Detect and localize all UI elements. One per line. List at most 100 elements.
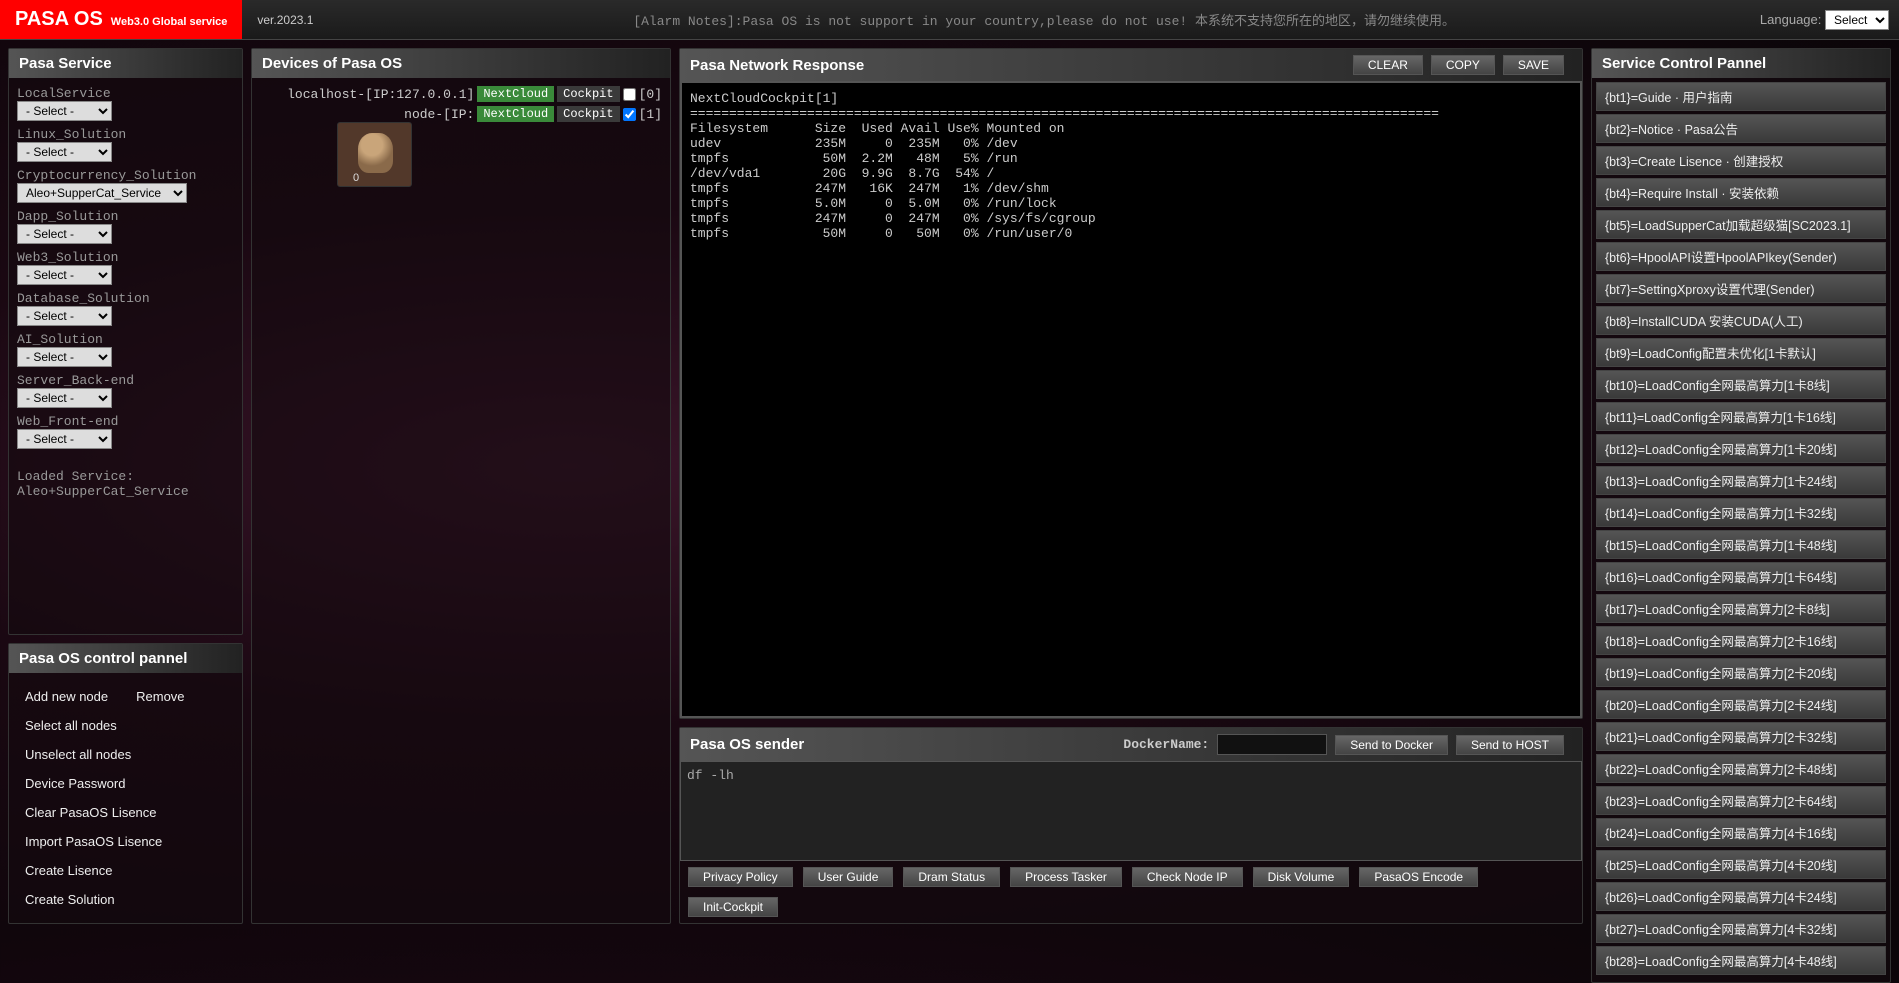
sender-btn-0[interactable]: Privacy Policy [688, 867, 793, 887]
device-name: localhost-[IP:127.0.0.1] [287, 87, 474, 102]
command-input[interactable]: df -lh [680, 761, 1582, 861]
response-panel: Pasa Network Response CLEAR COPY SAVE Ne… [679, 48, 1583, 719]
scp-item-14[interactable]: {bt15}=LoadConfig全网最高算力[1卡48线] [1596, 530, 1886, 559]
language-label: Language: [1760, 12, 1821, 27]
scp-item-12[interactable]: {bt13}=LoadConfig全网最高算力[1卡24线] [1596, 466, 1886, 495]
cockpit-badge[interactable]: Cockpit [557, 86, 619, 102]
sender-btn-5[interactable]: Disk Volume [1253, 867, 1350, 887]
control-btn-4[interactable]: Device Password [25, 776, 125, 791]
copy-button[interactable]: COPY [1431, 55, 1495, 75]
service-label-6: AI_Solution [17, 332, 234, 347]
service-select-1[interactable]: - Select - [17, 142, 112, 162]
scp-item-24[interactable]: {bt25}=LoadConfig全网最高算力[4卡20线] [1596, 850, 1886, 879]
scp-item-0[interactable]: {bt1}=Guide · 用户指南 [1596, 82, 1886, 111]
scp-item-16[interactable]: {bt17}=LoadConfig全网最高算力[2卡8线] [1596, 594, 1886, 623]
scp-item-22[interactable]: {bt23}=LoadConfig全网最高算力[2卡64线] [1596, 786, 1886, 815]
service-label-5: Database_Solution [17, 291, 234, 306]
scp-item-21[interactable]: {bt22}=LoadConfig全网最高算力[2卡48线] [1596, 754, 1886, 783]
control-panel: Pasa OS control pannel Add new node Remov… [8, 643, 243, 924]
service-label-3: Dapp_Solution [17, 209, 234, 224]
device-index: [1] [639, 107, 662, 122]
service-label-1: Linux_Solution [17, 127, 234, 142]
sender-btn-4[interactable]: Check Node IP [1132, 867, 1243, 887]
logo-subtitle: Web3.0 Global service [111, 16, 228, 28]
docker-name-input[interactable] [1217, 734, 1327, 755]
device-row: localhost-[IP:127.0.0.1]NextCloudCockpit… [260, 86, 662, 102]
device-name: node-[IP: [404, 107, 474, 122]
avatar: 0 [337, 122, 412, 187]
scp-item-7[interactable]: {bt8}=InstallCUDA 安装CUDA(人工) [1596, 306, 1886, 335]
scp-item-25[interactable]: {bt26}=LoadConfig全网最高算力[4卡24线] [1596, 882, 1886, 911]
service-control-panel: Service Control Pannel {bt1}=Guide · 用户指… [1591, 48, 1891, 983]
service-select-7[interactable]: - Select - [17, 388, 112, 408]
send-host-button[interactable]: Send to HOST [1456, 735, 1564, 755]
control-btn-0[interactable]: Add new node [25, 689, 108, 704]
scp-item-19[interactable]: {bt20}=LoadConfig全网最高算力[2卡24线] [1596, 690, 1886, 719]
topbar: PASA OS Web3.0 Global service ver.2023.1… [0, 0, 1899, 40]
control-btn-8[interactable]: Create Solution [25, 892, 115, 907]
nextcloud-badge[interactable]: NextCloud [477, 86, 554, 102]
control-btn-1[interactable]: Remove [136, 689, 184, 704]
sender-btn-3[interactable]: Process Tasker [1010, 867, 1122, 887]
response-title: Pasa Network Response [690, 57, 1353, 74]
service-label-0: LocalService [17, 86, 234, 101]
scp-item-6[interactable]: {bt7}=SettingXproxy设置代理(Sender) [1596, 274, 1886, 303]
pasa-service-panel: Pasa Service LocalService- Select -Linux… [8, 48, 243, 635]
scp-item-8[interactable]: {bt9}=LoadConfig配置未优化[1卡默认] [1596, 338, 1886, 367]
send-docker-button[interactable]: Send to Docker [1335, 735, 1448, 755]
service-select-0[interactable]: - Select - [17, 101, 112, 121]
service-select-6[interactable]: - Select - [17, 347, 112, 367]
service-select-3[interactable]: - Select - [17, 224, 112, 244]
scp-item-18[interactable]: {bt19}=LoadConfig全网最高算力[2卡20线] [1596, 658, 1886, 687]
scp-item-15[interactable]: {bt16}=LoadConfig全网最高算力[1卡64线] [1596, 562, 1886, 591]
version-label: ver.2023.1 [242, 13, 328, 27]
control-btn-3[interactable]: Unselect all nodes [25, 747, 131, 762]
sender-panel: Pasa OS sender DockerName: Send to Docke… [679, 727, 1583, 924]
service-select-4[interactable]: - Select - [17, 265, 112, 285]
sender-btn-2[interactable]: Dram Status [903, 867, 1000, 887]
scp-item-5[interactable]: {bt6}=HpoolAPI设置HpoolAPIkey(Sender) [1596, 242, 1886, 271]
devices-panel: Devices of Pasa OS localhost-[IP:127.0.0… [251, 48, 671, 924]
scp-item-17[interactable]: {bt18}=LoadConfig全网最高算力[2卡16线] [1596, 626, 1886, 655]
scp-item-10[interactable]: {bt11}=LoadConfig全网最高算力[1卡16线] [1596, 402, 1886, 431]
control-panel-title: Pasa OS control pannel [9, 644, 242, 673]
loaded-value: Aleo+SupperCat_Service [17, 484, 234, 499]
scp-item-20[interactable]: {bt21}=LoadConfig全网最高算力[2卡32线] [1596, 722, 1886, 751]
scp-item-3[interactable]: {bt4}=Require Install · 安装依赖 [1596, 178, 1886, 207]
logo: PASA OS Web3.0 Global service [0, 0, 242, 39]
scp-item-2[interactable]: {bt3}=Create Lisence · 创建授权 [1596, 146, 1886, 175]
devices-title: Devices of Pasa OS [252, 49, 670, 78]
clear-button[interactable]: CLEAR [1353, 55, 1423, 75]
service-select-5[interactable]: - Select - [17, 306, 112, 326]
device-checkbox[interactable] [623, 88, 636, 101]
nextcloud-badge[interactable]: NextCloud [477, 106, 554, 122]
save-button[interactable]: SAVE [1503, 55, 1564, 75]
scp-title: Service Control Pannel [1592, 49, 1890, 78]
language-select[interactable]: Select [1825, 10, 1889, 30]
cockpit-badge[interactable]: Cockpit [557, 106, 619, 122]
scp-item-27[interactable]: {bt28}=LoadConfig全网最高算力[4卡48线] [1596, 946, 1886, 975]
control-btn-2[interactable]: Select all nodes [25, 718, 117, 733]
scp-item-13[interactable]: {bt14}=LoadConfig全网最高算力[1卡32线] [1596, 498, 1886, 527]
scp-item-11[interactable]: {bt12}=LoadConfig全网最高算力[1卡20线] [1596, 434, 1886, 463]
scp-item-23[interactable]: {bt24}=LoadConfig全网最高算力[4卡16线] [1596, 818, 1886, 847]
scp-item-26[interactable]: {bt27}=LoadConfig全网最高算力[4卡32线] [1596, 914, 1886, 943]
service-label-8: Web_Front-end [17, 414, 234, 429]
device-index: [0] [639, 87, 662, 102]
scp-item-9[interactable]: {bt10}=LoadConfig全网最高算力[1卡8线] [1596, 370, 1886, 399]
sender-btn-1[interactable]: User Guide [803, 867, 894, 887]
loaded-label: Loaded Service: [17, 469, 234, 484]
scp-item-1[interactable]: {bt2}=Notice · Pasa公告 [1596, 114, 1886, 143]
device-row: node-[IP:NextCloudCockpit [1] [260, 106, 662, 122]
service-label-7: Server_Back-end [17, 373, 234, 388]
terminal-output[interactable]: NextCloudCockpit[1] ====================… [680, 81, 1582, 718]
service-select-2[interactable]: Aleo+SupperCat_Service [17, 183, 187, 203]
scp-item-4[interactable]: {bt5}=LoadSupperCat加载超级猫[SC2023.1] [1596, 210, 1886, 239]
device-checkbox[interactable] [623, 108, 636, 121]
sender-btn-7[interactable]: Init-Cockpit [688, 897, 778, 917]
service-select-8[interactable]: - Select - [17, 429, 112, 449]
control-btn-5[interactable]: Clear PasaOS Lisence [25, 805, 157, 820]
control-btn-7[interactable]: Create Lisence [25, 863, 112, 878]
sender-btn-6[interactable]: PasaOS Encode [1359, 867, 1478, 887]
control-btn-6[interactable]: Import PasaOS Lisence [25, 834, 162, 849]
